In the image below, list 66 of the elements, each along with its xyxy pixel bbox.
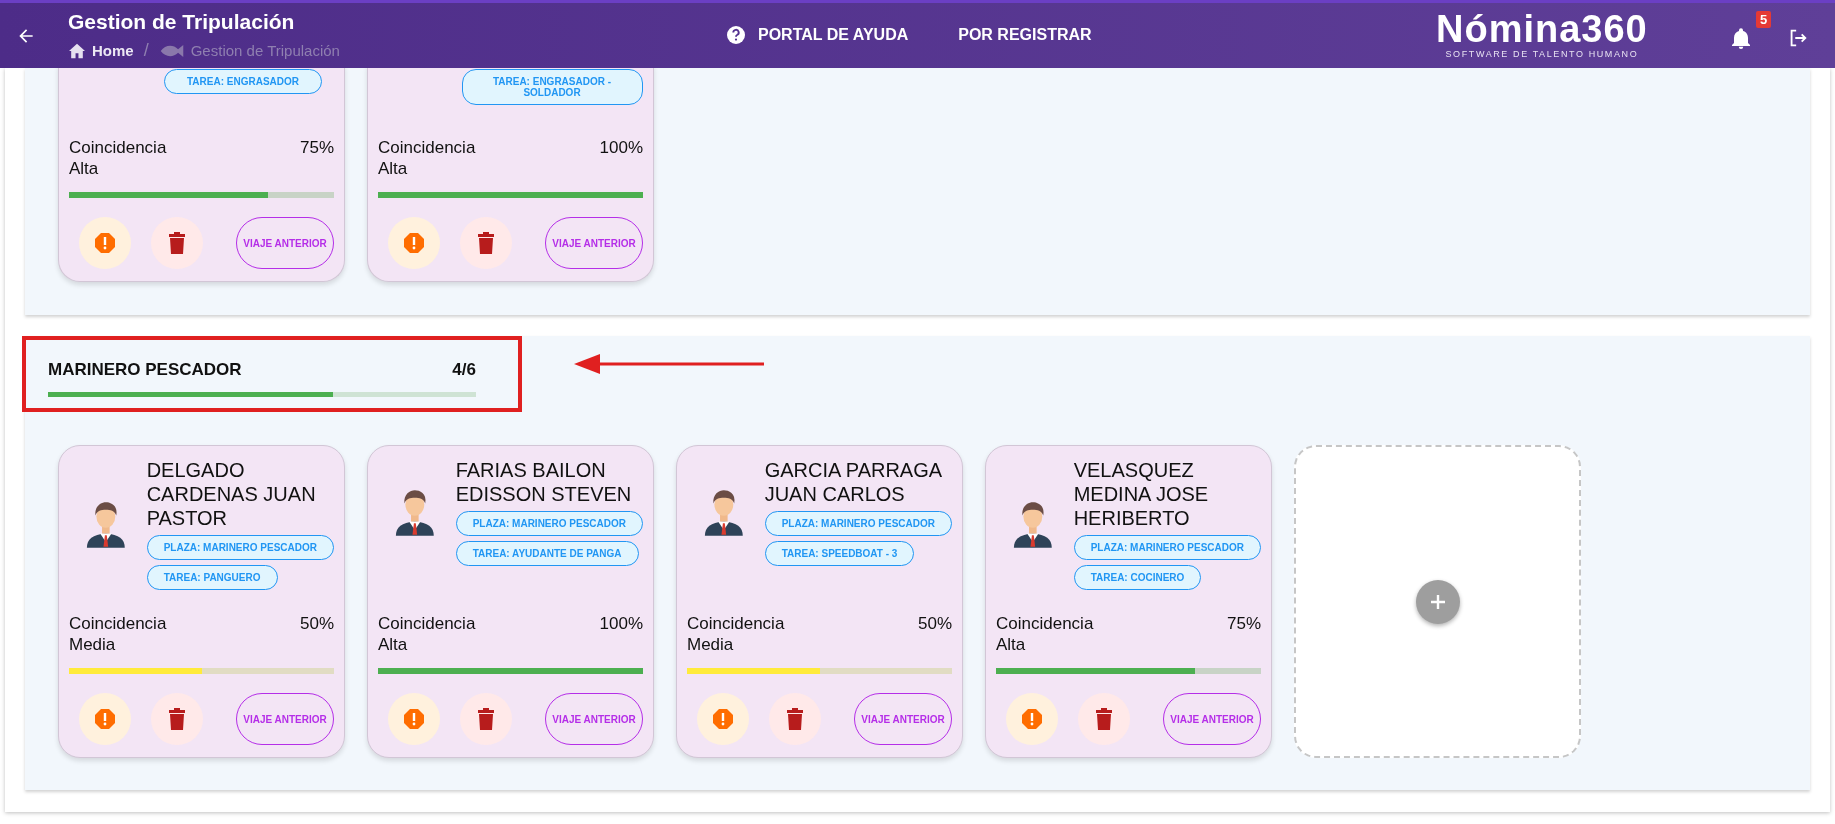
delete-button[interactable] (151, 217, 203, 269)
notification-badge: 5 (1756, 11, 1772, 28)
match-percent: 75% (1226, 613, 1261, 635)
trash-icon (476, 708, 496, 730)
home-icon (68, 42, 86, 59)
trash-icon (476, 232, 496, 254)
tag-chip: PLAZA: MARINERO PESCADOR (455, 511, 643, 536)
crew-name: GARCIA PARRAGA JUAN CARLOS (764, 458, 943, 506)
match-percent: 100% (599, 137, 643, 159)
add-button[interactable] (1415, 579, 1460, 624)
warning-button[interactable] (697, 693, 749, 745)
tag-chip: TAREA: AYUDANTE DE PANGA (455, 541, 639, 566)
warning-button[interactable] (79, 693, 131, 745)
delete-button[interactable] (769, 693, 821, 745)
tag-chip: PLAZA: MARINERO PESCADOR (764, 511, 952, 536)
match-label: Coincidencia Alta (378, 613, 477, 655)
section-count: 4/6 (452, 360, 476, 380)
crew-name: VELASQUEZ MEDINA JOSE HERIBERTO (1073, 458, 1210, 530)
tag-chip: TAREA: SPEEDBOAT - 3 (764, 541, 915, 566)
delete-button[interactable] (151, 693, 203, 745)
delete-button[interactable] (460, 693, 512, 745)
fish-icon (158, 43, 185, 58)
warning-button[interactable] (388, 217, 440, 269)
match-percent: 75% (299, 137, 334, 159)
page-title: Gestion de Tripulación (68, 10, 296, 34)
warning-button[interactable] (388, 693, 440, 745)
tag-chip: TAREA: ENGRASADOR (163, 69, 322, 94)
tag-chip: PLAZA: MARINERO PESCADOR (1073, 535, 1261, 560)
delete-button[interactable] (460, 217, 512, 269)
crew-name: FARIAS BAILON EDISSON STEVEN (455, 458, 633, 506)
match-label: Coincidencia Alta (996, 613, 1095, 655)
nav-link[interactable]: PORTAL DE AYUDA (726, 25, 909, 45)
help-icon (726, 25, 746, 45)
logo-text: Nómina360 (1436, 9, 1648, 49)
section-title: MARINERO PESCADOR (48, 360, 242, 380)
trash-icon (167, 232, 187, 254)
warning-icon (93, 231, 117, 255)
trash-icon (1094, 708, 1114, 730)
trash-icon (167, 708, 187, 730)
match-percent: 50% (299, 613, 334, 635)
tag-chip: TAREA: PANGUERO (146, 565, 278, 590)
plus-icon (1428, 592, 1447, 611)
warning-button[interactable] (1006, 693, 1058, 745)
logo-tagline: SOFTWARE DE TALENTO HUMANO (1445, 49, 1639, 59)
match-label: Coincidencia Alta (69, 137, 168, 179)
warning-icon (1020, 707, 1044, 731)
delete-button[interactable] (1078, 693, 1130, 745)
match-percent: 50% (917, 613, 952, 635)
tag-chip: TAREA: ENGRASADOR - SOLDADOR (461, 69, 643, 105)
breadcrumb-link[interactable]: Home (92, 42, 134, 59)
trash-icon (785, 708, 805, 730)
warning-icon (711, 707, 735, 731)
match-label: Coincidencia Alta (378, 137, 477, 179)
breadcrumb-separator: / (143, 40, 149, 61)
warning-icon (93, 707, 117, 731)
tag-chip: TAREA: COCINERO (1073, 565, 1202, 590)
warning-icon (402, 707, 426, 731)
nav-link[interactable]: POR REGISTRAR (958, 25, 1092, 45)
tag-chip: PLAZA: MARINERO PESCADOR (146, 535, 334, 560)
warning-button[interactable] (79, 217, 131, 269)
crew-name: DELGADO CARDENAS JUAN PASTOR (146, 458, 317, 530)
match-label: Coincidencia Media (687, 613, 786, 655)
match-label: Coincidencia Media (69, 613, 168, 655)
match-percent: 100% (599, 613, 643, 635)
warning-icon (402, 231, 426, 255)
breadcrumb-link[interactable]: Gestion de Tripulación (190, 42, 340, 59)
